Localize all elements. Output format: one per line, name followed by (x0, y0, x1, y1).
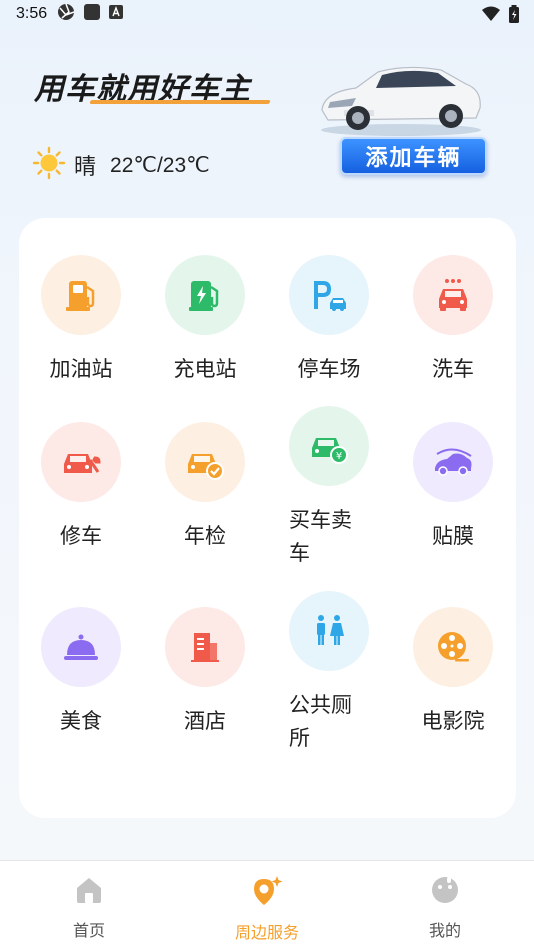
bottom-nav: 首页 周边服务 我的 (0, 860, 534, 950)
weather-condition: 晴 (74, 155, 97, 180)
service-restroom[interactable]: 公共厕所 (267, 591, 391, 755)
weather-temperature: 22℃/23℃ (110, 153, 210, 177)
food-cloche-icon (41, 607, 121, 687)
svg-text:¥: ¥ (336, 451, 342, 462)
charging-station-icon (165, 255, 245, 335)
service-hotel[interactable]: 酒店 (143, 607, 267, 738)
nav-label: 我的 (428, 921, 461, 940)
service-label: 电影院 (421, 709, 485, 733)
status-bar: 3:56 (0, 0, 534, 28)
car-repair-icon (41, 422, 121, 502)
add-car-button[interactable]: 添加车辆 (340, 137, 487, 175)
service-label: 贴膜 (432, 524, 474, 548)
wifi-icon (482, 6, 500, 27)
service-label: 洗车 (432, 357, 474, 381)
service-label: 美食 (60, 709, 102, 733)
service-parking[interactable]: 停车场 (267, 255, 391, 386)
service-label: 公共厕所 (289, 693, 352, 750)
hotel-icon (165, 607, 245, 687)
restroom-icon (289, 591, 369, 671)
service-label: 修车 (60, 524, 102, 548)
aperture-icon (57, 3, 75, 26)
profile-icon (430, 875, 460, 909)
gas-station-icon (41, 255, 121, 335)
car-film-icon (413, 422, 493, 502)
slogan-underline (89, 100, 271, 104)
services-card: 加油站 充电站 停车场 洗车 修车 年检 ¥ 买车卖车 贴膜 美食 酒店 公共厕… (19, 218, 516, 818)
square-app-icon (83, 3, 101, 26)
a-badge-icon (109, 4, 124, 24)
home-icon (74, 875, 104, 909)
service-annual-inspection[interactable]: 年检 (143, 422, 267, 553)
service-label: 充电站 (173, 357, 237, 381)
nav-profile[interactable]: 我的 (375, 875, 515, 941)
cinema-reel-icon (413, 607, 493, 687)
battery-icon (508, 5, 520, 28)
car-wash-icon (413, 255, 493, 335)
car-illustration (316, 58, 486, 138)
weather-widget: 晴 22℃/23℃ (32, 146, 210, 184)
car-trade-icon: ¥ (289, 406, 369, 486)
nav-home[interactable]: 首页 (19, 875, 159, 941)
service-gas-station[interactable]: 加油站 (19, 255, 143, 386)
nav-nearby-service[interactable]: 周边服务 (197, 875, 337, 943)
service-cinema[interactable]: 电影院 (391, 607, 515, 738)
nav-label: 周边服务 (234, 923, 299, 942)
nav-label: 首页 (72, 921, 105, 940)
service-car-wash[interactable]: 洗车 (391, 255, 515, 386)
service-car-film[interactable]: 贴膜 (391, 422, 515, 553)
service-label: 停车场 (297, 357, 361, 381)
sun-icon (32, 146, 66, 184)
annual-inspection-icon (165, 422, 245, 502)
service-label: 加油站 (49, 357, 113, 381)
service-food[interactable]: 美食 (19, 607, 143, 738)
status-time: 3:56 (16, 5, 48, 22)
service-label: 酒店 (184, 709, 226, 733)
service-car-trade[interactable]: ¥ 买车卖车 (267, 406, 391, 570)
parking-icon (289, 255, 369, 335)
nearby-service-icon (250, 875, 284, 911)
service-charging-station[interactable]: 充电站 (143, 255, 267, 386)
service-car-repair[interactable]: 修车 (19, 422, 143, 553)
service-label: 年检 (184, 524, 226, 548)
service-label: 买车卖车 (289, 508, 352, 565)
